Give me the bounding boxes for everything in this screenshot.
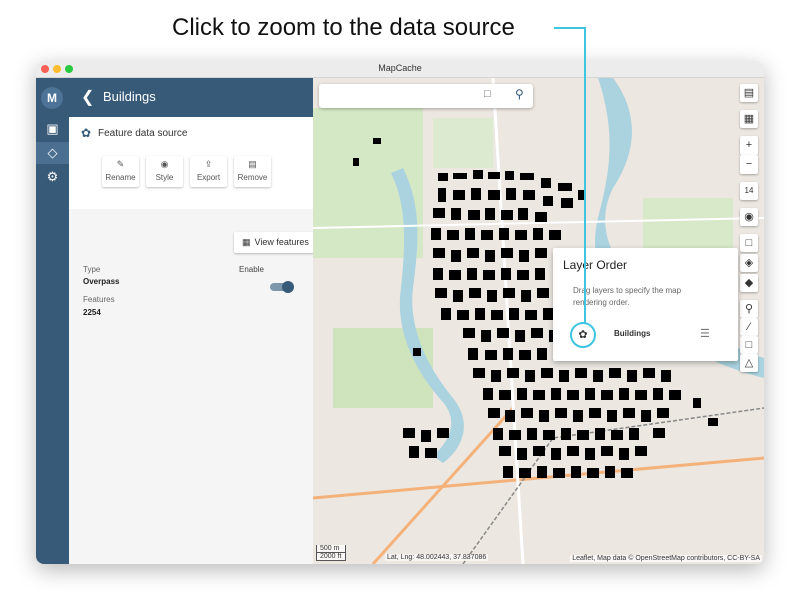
layers-icon: ◆ — [744, 277, 754, 289]
remove-button[interactable]: ▤ Remove — [234, 156, 271, 187]
export-button[interactable]: ⇪ Export — [190, 156, 227, 187]
draw-line-button[interactable]: ∕ — [740, 318, 758, 336]
park-area — [433, 118, 493, 168]
zoom-out-button[interactable]: − — [740, 155, 758, 174]
gear-icon[interactable]: ⚙ — [36, 166, 69, 188]
line-icon: ∕ — [748, 321, 750, 333]
polygon-icon: △ — [744, 357, 754, 369]
layer-order-popup: Layer Order Drag layers to specify the m… — [553, 248, 738, 361]
camera-icon: ◉ — [744, 211, 754, 223]
export-icon: ⇪ — [204, 159, 213, 169]
source-panel: ❮ Buildings ✿ Feature data source ✎ Rena… — [69, 78, 328, 564]
feature-source-label: Feature data source — [98, 128, 188, 139]
features-label: Features — [83, 295, 115, 304]
callout-line-vertical — [584, 27, 586, 323]
style-button[interactable]: ◉ Style — [146, 156, 183, 187]
nav-rail: M ▣ ◇ ⚙ — [36, 78, 69, 564]
panel-title: Buildings — [103, 89, 156, 104]
layer-order-title: Layer Order — [563, 258, 628, 272]
fit-extent-icon: □ — [745, 237, 753, 249]
layer-order-description: Drag layers to specify the map rendering… — [573, 286, 682, 307]
map-off-icon[interactable]: □ — [484, 88, 491, 100]
zoom-in-button[interactable]: + — [740, 136, 758, 155]
feature-source-icon: ✿ — [81, 126, 92, 140]
draw-point-button[interactable]: ⚲ — [740, 300, 758, 318]
draw-rectangle-button[interactable]: □ — [740, 336, 758, 354]
zoom-level-indicator: 14 — [740, 182, 758, 200]
export-label: Export — [196, 173, 221, 182]
layer-name: Buildings — [614, 329, 651, 338]
title-bar: MapCache — [36, 61, 764, 78]
coordinate-readout: Lat, Lng: 48.002443, 37.837086 — [385, 554, 489, 561]
type-value: Overpass — [83, 277, 120, 286]
callout-line-horizontal — [554, 27, 586, 29]
grid-button[interactable]: ▦ — [740, 110, 758, 128]
layers-off-icon: ◈ — [744, 257, 754, 269]
search-bar[interactable]: □ ⚲ — [319, 84, 533, 108]
trash-icon: ▤ — [248, 159, 257, 169]
marker-icon: ⚲ — [744, 303, 754, 315]
layers-off-button[interactable]: ◈ — [740, 254, 758, 272]
chevron-left-icon[interactable]: ❮ — [81, 87, 94, 107]
source-card: ✿ Feature data source ✎ Rename ◉ Style ⇪… — [69, 117, 313, 209]
drag-handle-icon[interactable]: ☰ — [700, 327, 710, 340]
scale-metric: 500 m — [316, 545, 346, 553]
rectangle-icon: □ — [745, 339, 753, 351]
enable-label: Enable — [239, 265, 264, 274]
map-view[interactable]: □ ⚲ ▤ ▦ + − 14 ◉ □ ◈ ◆ ⚲ ∕ □ △ Layer Ord… — [313, 78, 764, 564]
instruction-caption: Click to zoom to the data source — [172, 14, 515, 41]
map-icon: ▤ — [743, 87, 755, 99]
search-icon[interactable]: ⚲ — [515, 87, 524, 101]
scale-bar: 500 m 2000 ft — [316, 545, 346, 561]
draw-polygon-button[interactable]: △ — [740, 354, 758, 372]
zoom-to-source-button[interactable]: ✿ — [570, 322, 596, 348]
basemap-button[interactable]: ▤ — [740, 84, 758, 102]
layers-icon[interactable]: ◇ — [36, 142, 69, 164]
map-attribution: Leaflet, Map data © OpenStreetMap contri… — [570, 555, 762, 562]
features-count: 2254 — [83, 308, 101, 317]
palette-icon: ◉ — [160, 159, 169, 169]
rename-label: Rename — [105, 173, 136, 182]
type-label: Type — [83, 265, 101, 274]
scale-imperial: 2000 ft — [316, 553, 346, 561]
rename-button[interactable]: ✎ Rename — [102, 156, 139, 187]
app-window: MapCache M ▣ ◇ ⚙ ❮ Buildings ✿ Feature d… — [36, 61, 764, 564]
feature-source-icon: ✿ — [578, 329, 588, 341]
cube-icon[interactable]: ▣ — [36, 118, 69, 140]
map-logo-icon[interactable]: M — [41, 87, 63, 109]
toggle-knob — [282, 281, 294, 293]
panel-header: ❮ Buildings — [69, 78, 313, 117]
style-label: Style — [155, 173, 174, 182]
grid-icon: ▦ — [743, 113, 755, 125]
pencil-icon: ✎ — [116, 159, 125, 169]
fit-extent-button[interactable]: □ — [740, 234, 758, 252]
view-features-label: View features — [254, 237, 309, 247]
layer-order-button[interactable]: ◆ — [740, 274, 758, 292]
screenshot-button[interactable]: ◉ — [740, 208, 758, 226]
window-title: MapCache — [378, 63, 422, 73]
table-icon: ▦ — [242, 237, 251, 247]
enable-toggle[interactable] — [270, 281, 294, 293]
remove-label: Remove — [237, 173, 268, 182]
